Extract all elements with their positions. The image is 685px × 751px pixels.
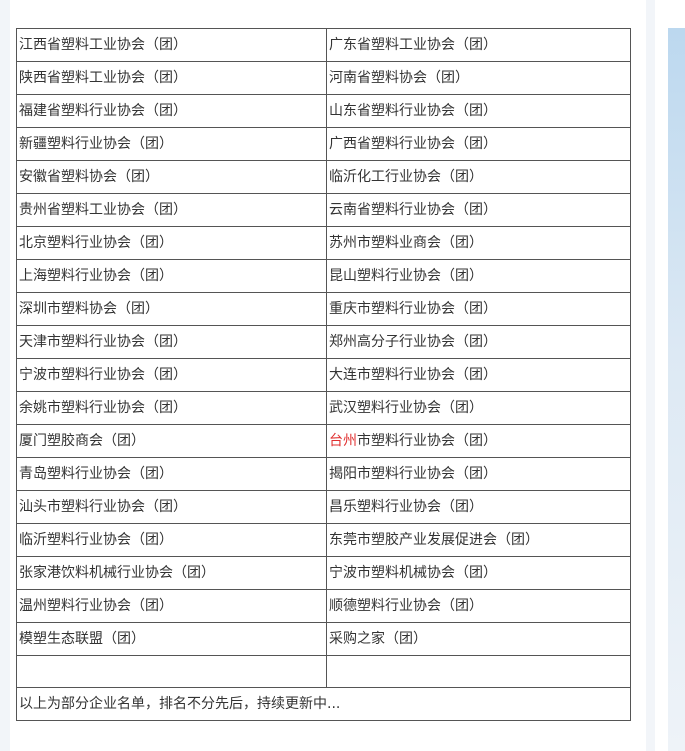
highlight-rest: 市塑料行业协会（团）: [357, 433, 497, 449]
table-row: 模塑生态联盟（团） 采购之家（团）: [16, 622, 631, 656]
table-cell: 宁波市塑料机械协会（团）: [326, 556, 631, 590]
table-cell: 模塑生态联盟（团）: [16, 622, 327, 656]
table-cell: 武汉塑料行业协会（团）: [326, 391, 631, 425]
table-cell: 郑州高分子行业协会（团）: [326, 325, 631, 359]
table-row: 余姚市塑料行业协会（团） 武汉塑料行业协会（团）: [16, 391, 631, 425]
table-cell: 深圳市塑料协会（团）: [16, 292, 327, 326]
side-panel: [668, 28, 685, 751]
table-row: 宁波市塑料行业协会（团） 大连市塑料行业协会（团）: [16, 358, 631, 392]
table-cell: 山东省塑料行业协会（团）: [326, 94, 631, 128]
table-row: [16, 655, 631, 688]
table-row: 贵州省塑料工业协会（团） 云南省塑料行业协会（团）: [16, 193, 631, 227]
table-row: 新疆塑料行业协会（团） 广西省塑料行业协会（团）: [16, 127, 631, 161]
table-cell: 青岛塑料行业协会（团）: [16, 457, 327, 491]
highlight-prefix: 台州: [329, 433, 357, 449]
table-row: 厦门塑胶商会（团） 台州市塑料行业协会（团）: [16, 424, 631, 458]
table-footer-row: 以上为部分企业名单，排名不分先后，持续更新中...: [16, 687, 631, 721]
table-row: 汕头市塑料行业协会（团） 昌乐塑料行业协会（团）: [16, 490, 631, 524]
table-row: 陕西省塑料工业协会（团） 河南省塑料协会（团）: [16, 61, 631, 95]
table-cell: 贵州省塑料工业协会（团）: [16, 193, 327, 227]
table-cell: 上海塑料行业协会（团）: [16, 259, 327, 293]
table-cell: 临沂化工行业协会（团）: [326, 160, 631, 194]
table-cell: 云南省塑料行业协会（团）: [326, 193, 631, 227]
table-row: 深圳市塑料协会（团） 重庆市塑料行业协会（团）: [16, 292, 631, 326]
table-cell: 重庆市塑料行业协会（团）: [326, 292, 631, 326]
table-cell: 天津市塑料行业协会（团）: [16, 325, 327, 359]
table-cell: 厦门塑胶商会（团）: [16, 424, 327, 458]
table-cell: 昌乐塑料行业协会（团）: [326, 490, 631, 524]
table-cell: 顺德塑料行业协会（团）: [326, 589, 631, 623]
footer-note: 以上为部分企业名单，排名不分先后，持续更新中...: [16, 687, 631, 721]
table-cell: 苏州市塑料业商会（团）: [326, 226, 631, 260]
table-cell: 采购之家（团）: [326, 622, 631, 656]
table-row: 天津市塑料行业协会（团） 郑州高分子行业协会（团）: [16, 325, 631, 359]
table-cell: 广东省塑料工业协会（团）: [326, 28, 631, 62]
table-cell: 陕西省塑料工业协会（团）: [16, 61, 327, 95]
member-table: 江西省塑料工业协会（团） 广东省塑料工业协会（团） 陕西省塑料工业协会（团） 河…: [16, 28, 631, 721]
table-cell: 江西省塑料工业协会（团）: [16, 28, 327, 62]
table-row: 临沂塑料行业协会（团） 东莞市塑胶产业发展促进会（团）: [16, 523, 631, 557]
table-cell: 汕头市塑料行业协会（团）: [16, 490, 327, 524]
table-row: 北京塑料行业协会（团） 苏州市塑料业商会（团）: [16, 226, 631, 260]
table-cell: 余姚市塑料行业协会（团）: [16, 391, 327, 425]
table-cell: 昆山塑料行业协会（团）: [326, 259, 631, 293]
table-cell: [326, 655, 631, 688]
table-row: 张家港饮料机械行业协会（团） 宁波市塑料机械协会（团）: [16, 556, 631, 590]
table-row: 安徽省塑料协会（团） 临沂化工行业协会（团）: [16, 160, 631, 194]
table-row: 上海塑料行业协会（团） 昆山塑料行业协会（团）: [16, 259, 631, 293]
table-cell: 广西省塑料行业协会（团）: [326, 127, 631, 161]
table-row: 温州塑料行业协会（团） 顺德塑料行业协会（团）: [16, 589, 631, 623]
table-cell: 大连市塑料行业协会（团）: [326, 358, 631, 392]
table-cell: 揭阳市塑料行业协会（团）: [326, 457, 631, 491]
table-cell: 安徽省塑料协会（团）: [16, 160, 327, 194]
table-cell: 张家港饮料机械行业协会（团）: [16, 556, 327, 590]
table-row: 江西省塑料工业协会（团） 广东省塑料工业协会（团）: [16, 28, 631, 62]
table-row: 青岛塑料行业协会（团） 揭阳市塑料行业协会（团）: [16, 457, 631, 491]
table-cell: [16, 655, 327, 688]
table-cell: 新疆塑料行业协会（团）: [16, 127, 327, 161]
table-cell: 温州塑料行业协会（团）: [16, 589, 327, 623]
table-cell: 福建省塑料行业协会（团）: [16, 94, 327, 128]
table-cell: 河南省塑料协会（团）: [326, 61, 631, 95]
table-cell: 北京塑料行业协会（团）: [16, 226, 327, 260]
table-cell: 临沂塑料行业协会（团）: [16, 523, 327, 557]
table-cell-highlight: 台州市塑料行业协会（团）: [326, 424, 631, 458]
table-cell: 东莞市塑胶产业发展促进会（团）: [326, 523, 631, 557]
table-row: 福建省塑料行业协会（团） 山东省塑料行业协会（团）: [16, 94, 631, 128]
table-cell: 宁波市塑料行业协会（团）: [16, 358, 327, 392]
